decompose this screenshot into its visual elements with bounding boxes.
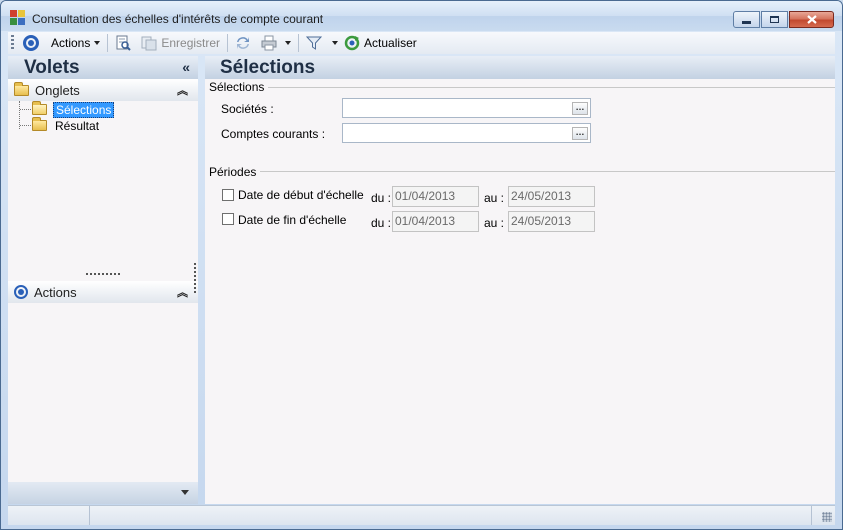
toolbar-separator: [298, 34, 300, 52]
tree-item-label: Sélections: [53, 101, 115, 118]
content-area: Sélections Sélections Sociétés : … Compt…: [205, 56, 835, 504]
date-debut-au-field[interactable]: 24/05/2013: [508, 186, 595, 207]
actions-icon: [23, 35, 39, 51]
preview-button[interactable]: [112, 33, 138, 53]
toolbar: Actions Enregistrer Actualiser: [8, 32, 835, 54]
onglets-section-header[interactable]: Onglets ︽: [8, 79, 198, 101]
tabs-tree: Sélections Résultat: [8, 101, 198, 271]
maximize-button[interactable]: [761, 11, 788, 28]
tree-lines: [19, 101, 31, 129]
date-fin-label: Date de fin d'échelle: [238, 213, 347, 227]
vertical-splitter-handle[interactable]: [194, 263, 196, 295]
date-debut-au-label: au :: [484, 191, 505, 205]
chevron-up-icon[interactable]: ︽: [177, 82, 188, 98]
refresh-button[interactable]: Actualiser: [341, 33, 420, 53]
chevron-down-icon[interactable]: [181, 490, 189, 495]
minimize-icon: [742, 21, 751, 24]
open-folder-icon: [32, 101, 47, 115]
societes-field[interactable]: …: [342, 98, 591, 118]
toolbar-grip[interactable]: [11, 35, 14, 51]
date-fin-du-label: du :: [371, 216, 392, 230]
date-fin-checkbox[interactable]: [222, 213, 234, 225]
save-button[interactable]: Enregistrer: [138, 33, 223, 53]
app-logo-icon: [10, 10, 26, 26]
panel-splitter-handle[interactable]: [86, 273, 122, 275]
periodes-group-label: Périodes: [209, 165, 261, 179]
toolbar-separator: [227, 34, 229, 52]
print-button[interactable]: [258, 33, 294, 53]
save-icon: [141, 36, 157, 51]
tree-item-selections[interactable]: Sélections: [32, 101, 115, 118]
date-fin-du-field[interactable]: 01/04/2013: [392, 211, 479, 232]
folder-icon: [32, 117, 47, 131]
selections-group-line: [209, 87, 835, 88]
page-title: Sélections: [205, 56, 835, 79]
societes-label: Sociétés :: [221, 102, 274, 116]
close-icon: [806, 15, 817, 24]
date-debut-du-label: du :: [371, 191, 392, 205]
maximize-icon: [770, 16, 779, 23]
chevron-down-icon: [94, 41, 101, 45]
collapse-panel-button[interactable]: «: [182, 56, 190, 79]
title-bar[interactable]: Consultation des échelles d'intérêts de …: [1, 1, 842, 31]
date-fin-au-field[interactable]: 24/05/2013: [508, 211, 595, 232]
side-panel-footer[interactable]: [8, 482, 198, 504]
chevron-down-icon: [285, 41, 292, 45]
window-controls: [732, 11, 834, 28]
actions-icon: [14, 285, 28, 299]
document-preview-icon: [116, 35, 132, 51]
tree-item-resultat[interactable]: Résultat: [32, 117, 101, 133]
status-bar: [8, 505, 835, 525]
sync-button[interactable]: [232, 33, 258, 53]
date-fin-au-label: au :: [484, 216, 505, 230]
close-button[interactable]: [789, 11, 834, 28]
side-panel: Volets « Onglets ︽ Sélections Résultat A…: [8, 56, 198, 504]
resize-grip-icon[interactable]: [822, 512, 832, 522]
minimize-button[interactable]: [733, 11, 760, 28]
refresh-label: Actualiser: [364, 36, 417, 50]
comptes-courants-label: Comptes courants :: [221, 127, 326, 141]
actions-menu-label: Actions: [51, 36, 91, 50]
comptes-courants-field[interactable]: …: [342, 123, 591, 143]
date-debut-du-field[interactable]: 01/04/2013: [392, 186, 479, 207]
chevron-up-icon[interactable]: ︽: [177, 284, 188, 300]
side-panel-title: Volets: [24, 57, 80, 78]
periodes-group-line: [209, 171, 835, 172]
societes-browse-button[interactable]: …: [572, 102, 588, 115]
side-panel-header: Volets «: [8, 56, 198, 79]
date-debut-label: Date de début d'échelle: [238, 188, 364, 202]
app-window: Consultation des échelles d'intérêts de …: [0, 0, 843, 530]
chevron-down-icon: [332, 41, 339, 45]
filter-button[interactable]: [303, 33, 341, 53]
comptes-browse-button[interactable]: …: [572, 127, 588, 140]
save-label: Enregistrer: [161, 36, 221, 50]
date-debut-checkbox[interactable]: [222, 189, 234, 201]
actions-section-header[interactable]: Actions ︽: [8, 281, 198, 303]
actions-section-label: Actions: [34, 284, 77, 300]
sync-icon: [237, 37, 250, 49]
status-cell: [8, 506, 90, 525]
window-title: Consultation des échelles d'intérêts de …: [32, 12, 324, 26]
onglets-section-label: Onglets: [35, 82, 80, 98]
folder-icon: [14, 81, 29, 96]
filter-icon: [306, 36, 323, 50]
printer-icon: [261, 35, 277, 51]
status-cell: [90, 506, 812, 525]
selections-group-label: Sélections: [209, 80, 269, 94]
tree-item-label: Résultat: [55, 118, 100, 133]
actions-menu-button[interactable]: Actions: [20, 33, 103, 53]
toolbar-separator: [107, 34, 109, 52]
refresh-icon: [344, 35, 360, 51]
actions-section: Actions ︽: [8, 281, 198, 303]
